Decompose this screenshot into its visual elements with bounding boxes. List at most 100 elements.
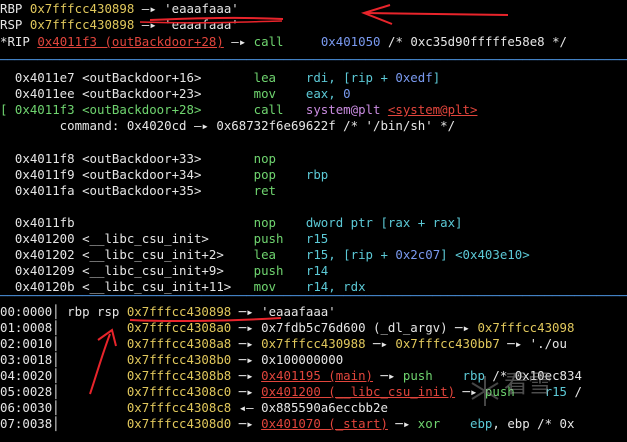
- disasm-symbol: <__libc_csu_init>: [82, 231, 254, 246]
- stack-value: ─▸: [231, 336, 262, 351]
- disasm-symbol: <outBackdoor+16>: [82, 70, 254, 85]
- disasm-address: 0x401200: [14, 231, 83, 246]
- disasm-row: 0x4011fa <outBackdoor+35> ret: [0, 183, 306, 199]
- stack-index: 01:0008│: [0, 320, 60, 335]
- snowflake-icon: [471, 376, 499, 406]
- stack-index: 07:0038│: [0, 416, 60, 431]
- register-rsp: RSP 0x7fffcc430898 —▸ 'eaaafaaa': [0, 17, 239, 33]
- stack-value: [433, 368, 463, 383]
- stack-value: xor: [417, 416, 441, 431]
- disasm-symbol: <__libc_csu_init+2>: [82, 247, 254, 262]
- disasm-operand: rdi, [rip +: [305, 70, 396, 85]
- disasm-row: 0x4011f8 <outBackdoor+33> nop: [0, 151, 306, 167]
- disasm-marker: [0, 86, 15, 101]
- disasm-opcode: lea: [253, 70, 306, 85]
- register-rip: *RIP 0x4011f3 (outBackdoor+28) —▸ call 0…: [0, 34, 567, 50]
- stack-index: 00:0000│: [0, 304, 60, 319]
- stack-value: ─▸ 0x7fdb5c76d600 (_dl_argv) ─▸: [231, 320, 478, 335]
- disasm-operand: r15: [305, 231, 329, 246]
- disasm-row: 0x401200 <__libc_csu_init> push r15: [0, 231, 328, 247]
- disasm-address: 0x401209: [14, 263, 83, 278]
- disasm-opcode: lea: [253, 247, 306, 262]
- stack-address: 0x7fffcc4308d0: [126, 416, 232, 431]
- disasm-symbol: <outBackdoor+33>: [82, 151, 254, 166]
- register-rbp: RBP 0x7fffcc430898 —▸ 'eaaafaaa': [0, 1, 239, 17]
- disasm-address: 0x4011f8: [14, 151, 83, 166]
- pointer-arrow: —▸: [141, 1, 157, 16]
- register-value-address: 0x4011f3 (outBackdoor+28): [37, 34, 224, 49]
- disasm-marker: [0, 231, 15, 246]
- disasm-symbol: <outBackdoor+34>: [82, 167, 254, 182]
- register-deref-string: 'eaaafaaa': [164, 17, 239, 32]
- register-name: RSP: [0, 17, 23, 32]
- command-address: 0x4020cd: [126, 118, 194, 133]
- rip-argument: 0x401050: [320, 34, 381, 49]
- stack-value: 0x7fffcc430bb7: [395, 336, 500, 351]
- stack-value: ─▸: [231, 416, 262, 431]
- pointer-arrow: —▸: [193, 118, 217, 133]
- section-separator: ────────────────────────────────────────…: [0, 288, 627, 303]
- stack-address: 0x7fffcc4308a0: [126, 320, 232, 335]
- stack-row: 06:0030│ 0x7fffcc4308c8 ◂— 0x885590a6ecc…: [0, 400, 388, 416]
- stack-registers: [60, 384, 127, 399]
- stack-address: 0x7fffcc4308b0: [126, 352, 232, 367]
- stack-address: 0x7fffcc4308c0: [126, 384, 232, 399]
- disasm-address: 0x4011e7: [14, 70, 83, 85]
- disasm-row: 0x401209 <__libc_csu_init+9> push r14: [0, 263, 328, 279]
- stack-value: ─▸: [231, 384, 262, 399]
- stack-value: 0x401195 (main): [261, 368, 374, 383]
- stack-registers: [60, 352, 127, 367]
- register-value-address: 0x7fffcc430898: [29, 17, 135, 32]
- stack-row: 00:0000│ rbp rsp 0x7fffcc430898 ─▸ 'eaaa…: [0, 304, 336, 320]
- disasm-marker: [0, 167, 15, 182]
- disasm-row: 0x4011e7 <outBackdoor+16> lea rdi, [rip …: [0, 70, 440, 86]
- stack-index: 03:0018│: [0, 352, 60, 367]
- disasm-operand-number: 0x2c07: [395, 247, 441, 262]
- disasm-address: 0x4011ee: [14, 86, 83, 101]
- stack-value: ─▸: [231, 368, 262, 383]
- stack-address: 0x7fffcc4308b8: [126, 368, 232, 383]
- stack-index: 02:0010│: [0, 336, 60, 351]
- disasm-operand-number: 0: [343, 86, 351, 101]
- watermark: 看雪: [468, 364, 608, 420]
- disasm-row: 0x4011f9 <outBackdoor+34> pop rbp: [0, 167, 328, 183]
- stack-address: 0x7fffcc4308a8: [126, 336, 232, 351]
- stack-registers: [60, 368, 127, 383]
- watermark-text: 看雪: [504, 370, 552, 398]
- stack-value: ◂— 0x885590a6eccbb2e: [231, 400, 388, 415]
- disasm-marker: [0, 183, 15, 198]
- disasm-marker: [0, 151, 15, 166]
- register-name: RBP: [0, 1, 23, 16]
- disasm-address: 0x401202: [14, 247, 83, 262]
- disasm-row: 0x401202 <__libc_csu_init+2> lea r15, [r…: [0, 247, 530, 263]
- disasm-operand: dword ptr [rax + rax]: [305, 215, 463, 230]
- command-value: 0x68732f6e69622f /* '/bin/sh' */: [216, 118, 456, 133]
- pointer-arrow: —▸: [231, 34, 247, 49]
- stack-value: push: [402, 368, 433, 383]
- disasm-row: 0x4011fb nop dword ptr [rax + rax]: [0, 215, 463, 231]
- stack-value: [440, 416, 470, 431]
- stack-registers: [60, 320, 127, 335]
- disasm-row: 0x4011ee <outBackdoor+23> mov eax, 0: [0, 86, 351, 102]
- disasm-operand: eax,: [305, 86, 344, 101]
- disasm-symbol: <outBackdoor+23>: [82, 86, 254, 101]
- stack-row: 03:0018│ 0x7fffcc4308b0 ─▸ 0x100000000: [0, 352, 343, 368]
- stack-index: 04:0020│: [0, 368, 60, 383]
- command-label: command:: [0, 118, 127, 133]
- disasm-opcode: push: [253, 231, 306, 246]
- stack-index: 06:0030│: [0, 400, 60, 415]
- disasm-marker: [0, 263, 15, 278]
- disasm-operand-tail: ] <0x403e10>: [440, 247, 530, 262]
- disasm-opcode: mov: [253, 86, 306, 101]
- disasm-opcode: nop: [253, 215, 306, 230]
- disasm-opcode: nop: [253, 151, 306, 166]
- disasm-address: 0x4011f9: [14, 167, 83, 182]
- disasm-address: 0x4011fb: [14, 215, 83, 230]
- stack-registers: [60, 416, 127, 431]
- arrowhead-annotation: [360, 4, 393, 25]
- disasm-symbol: <outBackdoor+35>: [82, 183, 254, 198]
- stack-value: 0x7fffcc430988: [261, 336, 366, 351]
- pointer-arrow: —▸: [141, 17, 157, 32]
- disasm-operand: r14: [305, 263, 329, 278]
- disasm-operand: r15, [rip +: [305, 247, 396, 262]
